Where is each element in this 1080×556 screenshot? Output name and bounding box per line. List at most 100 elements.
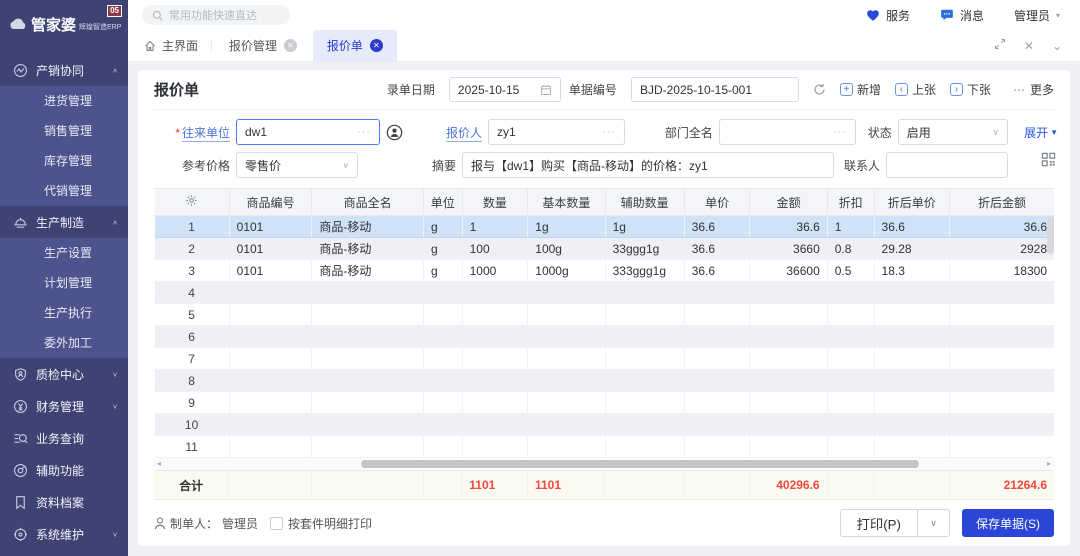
print-options-dropdown[interactable]: ∨ xyxy=(918,509,950,537)
lookup-ellipsis-icon[interactable]: ··· xyxy=(351,126,371,138)
table-cell[interactable]: 商品-移动 xyxy=(312,238,424,260)
table-cell[interactable] xyxy=(750,304,827,326)
column-header[interactable]: 单价 xyxy=(684,189,750,216)
dept-input[interactable]: ··· xyxy=(719,119,856,145)
row-number[interactable]: 11 xyxy=(155,436,230,458)
scroll-right-icon[interactable]: ▸ xyxy=(1047,459,1051,468)
table-cell[interactable] xyxy=(874,392,950,414)
table-cell[interactable]: 36.6 xyxy=(950,216,1054,238)
table-cell[interactable] xyxy=(874,326,950,348)
table-cell[interactable]: 18300 xyxy=(950,260,1054,282)
table-cell[interactable] xyxy=(605,326,684,348)
table-cell[interactable] xyxy=(312,392,424,414)
table-row[interactable]: 7 xyxy=(155,348,1055,370)
table-cell[interactable] xyxy=(312,326,424,348)
table-cell[interactable] xyxy=(312,436,424,458)
column-header[interactable]: 折后单价 xyxy=(874,189,950,216)
close-view-icon[interactable]: ✕ xyxy=(1024,39,1034,53)
sidebar-item-2[interactable]: 质检中心∨ xyxy=(0,358,128,390)
table-cell[interactable]: 36.6 xyxy=(684,238,750,260)
table-cell[interactable]: 商品-移动 xyxy=(312,260,424,282)
table-cell[interactable] xyxy=(229,282,312,304)
table-cell[interactable]: 2928 xyxy=(950,238,1054,260)
message-button[interactable]: 消息 xyxy=(940,7,984,24)
qr-code-icon[interactable] xyxy=(1041,152,1056,170)
table-cell[interactable] xyxy=(684,282,750,304)
column-header[interactable]: 商品编号 xyxy=(229,189,312,216)
sidebar-item-0[interactable]: 产销协同∧ xyxy=(0,54,128,86)
quoter-input[interactable]: zy1 ··· xyxy=(488,119,625,145)
table-cell[interactable]: 1g xyxy=(605,216,684,238)
table-cell[interactable]: 36.6 xyxy=(874,216,950,238)
table-cell[interactable]: 36.6 xyxy=(750,216,827,238)
table-cell[interactable] xyxy=(874,348,950,370)
sidebar-item-3[interactable]: 财务管理∨ xyxy=(0,390,128,422)
sidebar-subitem[interactable]: 库存管理 xyxy=(0,146,128,176)
table-cell[interactable]: g xyxy=(423,238,462,260)
table-row[interactable]: 30101商品-移动g10001000g333ggg1g36.6366000.5… xyxy=(155,260,1055,282)
table-row[interactable]: 9 xyxy=(155,392,1055,414)
row-number[interactable]: 9 xyxy=(155,392,230,414)
table-row[interactable]: 8 xyxy=(155,370,1055,392)
table-cell[interactable] xyxy=(528,370,605,392)
column-header[interactable]: 单位 xyxy=(423,189,462,216)
table-cell[interactable] xyxy=(528,414,605,436)
sidebar-subitem[interactable]: 代销管理 xyxy=(0,176,128,206)
sidebar-subitem[interactable]: 进货管理 xyxy=(0,86,128,116)
expand-view-icon[interactable] xyxy=(994,38,1006,53)
table-cell[interactable] xyxy=(750,282,827,304)
sidebar-item-7[interactable]: 系统维护∨ xyxy=(0,518,128,550)
table-cell[interactable] xyxy=(462,326,528,348)
table-cell[interactable] xyxy=(750,348,827,370)
table-cell[interactable] xyxy=(423,304,462,326)
table-cell[interactable] xyxy=(750,326,827,348)
add-button[interactable]: + 新增 xyxy=(840,81,881,98)
table-cell[interactable]: 100g xyxy=(528,238,605,260)
table-cell[interactable] xyxy=(423,348,462,370)
row-number[interactable]: 5 xyxy=(155,304,230,326)
table-cell[interactable] xyxy=(229,348,312,370)
table-cell[interactable] xyxy=(229,304,312,326)
status-select[interactable]: 启用 ∨ xyxy=(898,119,1008,145)
app-logo[interactable]: 管家婆 辉煌智造ERP 05 xyxy=(0,0,128,48)
table-cell[interactable] xyxy=(312,304,424,326)
table-cell[interactable]: 1000g xyxy=(528,260,605,282)
table-row[interactable]: 20101商品-移动g100100g33ggg1g36.636600.829.2… xyxy=(155,238,1055,260)
column-header[interactable]: 商品全名 xyxy=(312,189,424,216)
table-cell[interactable] xyxy=(827,392,874,414)
table-cell[interactable] xyxy=(605,414,684,436)
sidebar-item-6[interactable]: 资料档案 xyxy=(0,486,128,518)
table-cell[interactable] xyxy=(528,392,605,414)
table-cell[interactable] xyxy=(684,436,750,458)
table-cell[interactable] xyxy=(423,370,462,392)
table-cell[interactable]: 333ggg1g xyxy=(605,260,684,282)
table-cell[interactable] xyxy=(462,414,528,436)
price-type-select[interactable]: 零售价 ∨ xyxy=(236,152,358,178)
table-cell[interactable] xyxy=(229,392,312,414)
vertical-scrollbar[interactable] xyxy=(1047,218,1054,254)
prev-record-button[interactable]: ‹ 上张 xyxy=(895,81,936,98)
sidebar-subitem[interactable]: 生产执行 xyxy=(0,298,128,328)
table-cell[interactable] xyxy=(874,282,950,304)
table-cell[interactable]: 36.6 xyxy=(684,216,750,238)
table-cell[interactable] xyxy=(874,304,950,326)
close-tab-icon[interactable]: ✕ xyxy=(370,39,383,52)
table-cell[interactable] xyxy=(605,436,684,458)
tab-quote-management[interactable]: 报价管理 ✕ xyxy=(225,30,301,62)
row-number[interactable]: 8 xyxy=(155,370,230,392)
table-cell[interactable] xyxy=(605,348,684,370)
table-cell[interactable]: 1 xyxy=(462,216,528,238)
close-tab-icon[interactable]: ✕ xyxy=(284,39,297,52)
table-cell[interactable] xyxy=(462,370,528,392)
row-number[interactable]: 7 xyxy=(155,348,230,370)
table-cell[interactable]: 1g xyxy=(528,216,605,238)
table-cell[interactable] xyxy=(827,370,874,392)
table-row[interactable]: 6 xyxy=(155,326,1055,348)
partner-input[interactable]: dw1 ··· xyxy=(236,119,380,145)
column-settings-header[interactable] xyxy=(155,189,230,216)
row-number[interactable]: 2 xyxy=(155,238,230,260)
table-cell[interactable]: 0101 xyxy=(229,260,312,282)
table-cell[interactable]: 33ggg1g xyxy=(605,238,684,260)
table-cell[interactable]: 18.3 xyxy=(874,260,950,282)
tab-home[interactable]: 主界面 xyxy=(144,37,198,54)
